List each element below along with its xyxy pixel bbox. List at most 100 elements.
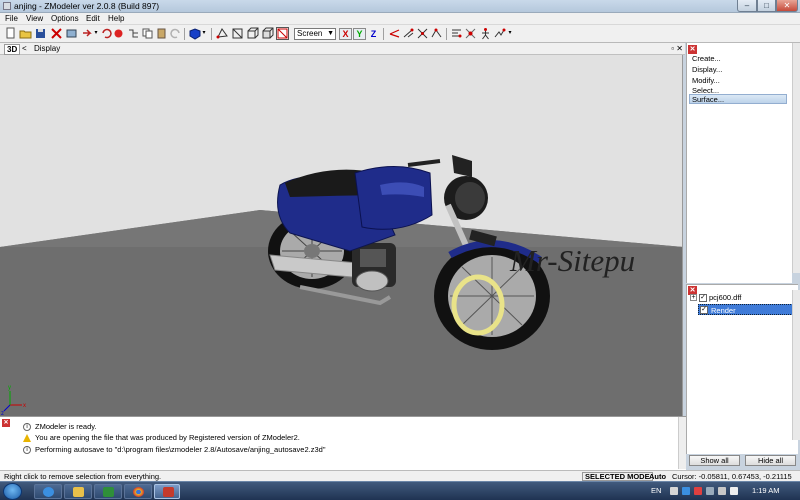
app-icon[interactable] xyxy=(3,2,11,10)
hierarchy-icon[interactable] xyxy=(127,27,140,40)
security-icon[interactable] xyxy=(694,487,702,495)
chevron-down-icon[interactable]: ▾ xyxy=(201,27,207,40)
menu-bar: File View Options Edit Help xyxy=(0,13,800,25)
clock[interactable]: 1:19 AM xyxy=(752,486,780,495)
viewport-mode-label: Display xyxy=(34,44,61,53)
animation-icon[interactable] xyxy=(493,27,506,40)
taskbar-chrome[interactable] xyxy=(124,484,152,499)
taskbar-ie[interactable] xyxy=(34,484,62,499)
watermark-text: Mr-Sitepu xyxy=(510,243,636,278)
transform-icon[interactable] xyxy=(430,27,443,40)
folder-icon xyxy=(73,487,84,497)
select-vertex-icon[interactable] xyxy=(216,27,229,40)
mirror-icon[interactable] xyxy=(388,27,401,40)
3d-viewport[interactable]: x y z Mr-Sitepu xyxy=(0,55,683,416)
log-line: ZModeler is ready. xyxy=(35,422,97,431)
redo-icon[interactable] xyxy=(169,27,182,40)
close-icon[interactable]: ✕ xyxy=(688,45,697,54)
record-icon[interactable] xyxy=(112,27,125,40)
selection-mode-indicator[interactable]: SELECTED MODE xyxy=(582,472,653,481)
select-all-icon[interactable] xyxy=(276,27,289,40)
command-create[interactable]: Create... xyxy=(692,54,721,63)
taskbar-zmodeler[interactable] xyxy=(154,484,180,499)
select-object-icon[interactable] xyxy=(246,27,259,40)
paste-icon[interactable] xyxy=(155,27,168,40)
volume-icon[interactable] xyxy=(730,487,738,495)
menu-edit[interactable]: Edit xyxy=(86,14,100,23)
scene-tree-scrollbar[interactable] xyxy=(792,290,800,440)
checkbox-render[interactable]: ✓ xyxy=(700,306,708,314)
object-icon[interactable] xyxy=(65,27,78,40)
hide-all-button[interactable]: Hide all xyxy=(745,455,796,466)
material-icon[interactable] xyxy=(188,27,201,40)
pivot-icon[interactable] xyxy=(464,27,477,40)
select-face-icon[interactable] xyxy=(231,27,244,40)
cylinder xyxy=(360,249,386,267)
status-bar: Right click to remove selection from eve… xyxy=(0,470,800,481)
close-button[interactable]: ✕ xyxy=(776,0,798,12)
command-panel-scrollbar[interactable] xyxy=(792,43,800,273)
hierarchy-view-icon[interactable] xyxy=(450,27,463,40)
menu-help[interactable]: Help xyxy=(108,14,124,23)
copy-icon[interactable] xyxy=(141,27,154,40)
back-arrow-icon[interactable]: < xyxy=(22,44,27,53)
log-scrollbar[interactable] xyxy=(678,417,686,469)
command-display[interactable]: Display... xyxy=(692,65,722,74)
axis-x-label: x xyxy=(23,403,26,409)
engine-cover xyxy=(355,270,389,292)
tree-item-render: Render xyxy=(711,306,736,315)
scale-icon[interactable] xyxy=(416,27,429,40)
minimize-button[interactable]: – xyxy=(737,0,757,12)
axis-y-button[interactable]: Y xyxy=(353,28,366,40)
view-mode-label[interactable]: 3D xyxy=(4,44,21,55)
menu-options[interactable]: Options xyxy=(51,14,79,23)
maximize-button[interactable]: □ xyxy=(757,0,776,12)
checkbox-pcj600[interactable]: ✓ xyxy=(699,294,707,302)
expand-icon[interactable]: + xyxy=(690,294,697,301)
auto-indicator[interactable]: Auto xyxy=(649,472,666,481)
start-button-icon[interactable] xyxy=(3,483,22,500)
viewport-header: 3D < Display ▫ ✕ xyxy=(0,43,685,55)
handlebar xyxy=(407,159,441,167)
log-line: Performing autosave to "d:\program files… xyxy=(35,445,326,454)
menu-view[interactable]: View xyxy=(26,14,43,23)
select-box-icon[interactable] xyxy=(261,27,274,40)
axis-z-button[interactable]: Z xyxy=(367,28,380,40)
save-icon[interactable] xyxy=(34,27,47,40)
chevron-down-icon: ▼ xyxy=(327,30,334,37)
close-icon[interactable]: ✕ xyxy=(2,419,10,427)
battery-icon[interactable] xyxy=(718,487,726,495)
network-icon[interactable] xyxy=(682,487,690,495)
coordinate-mode-value: Screen xyxy=(297,29,323,38)
delete-icon[interactable] xyxy=(50,27,63,40)
taskbar-explorer[interactable] xyxy=(64,484,92,499)
coordinate-mode-select[interactable]: Screen ▼ xyxy=(294,28,336,40)
window-title: anjing - ZModeler ver 2.0.8 (Build 897) xyxy=(14,1,160,11)
chevron-down-icon[interactable]: ▾ xyxy=(507,27,513,40)
show-all-button[interactable]: Show all xyxy=(689,455,740,466)
tree-item-render-row[interactable]: ✓ Render xyxy=(698,304,797,315)
cursor-coordinates: Cursor: -0.05811, 0.67453, -0.21115 xyxy=(672,472,792,481)
chevron-down-icon[interactable]: ▾ xyxy=(93,27,99,40)
axis-y-label: y xyxy=(8,385,11,391)
taskbar-media[interactable] xyxy=(94,484,122,499)
info-icon: i xyxy=(23,446,31,454)
tray-arrow-icon[interactable] xyxy=(670,487,678,495)
tree-item-pcj600[interactable]: pcj600.dff xyxy=(709,293,741,302)
chrome-icon xyxy=(133,487,144,497)
rotate-icon[interactable] xyxy=(402,27,415,40)
new-file-icon[interactable] xyxy=(4,27,17,40)
scene-render: x y z xyxy=(0,155,682,416)
command-modify[interactable]: Modify... xyxy=(692,76,720,85)
language-indicator[interactable]: EN xyxy=(651,486,661,495)
figure-icon[interactable] xyxy=(479,27,492,40)
viewport-window-controls[interactable]: ▫ ✕ xyxy=(658,44,685,53)
fuel-tank xyxy=(354,166,433,230)
open-folder-icon[interactable] xyxy=(19,27,32,40)
flag-icon[interactable] xyxy=(706,487,714,495)
axis-x-button[interactable]: X xyxy=(339,28,352,40)
menu-file[interactable]: File xyxy=(5,14,18,23)
media-icon xyxy=(103,487,114,497)
title-bar: anjing - ZModeler ver 2.0.8 (Build 897) xyxy=(0,0,800,13)
command-surface[interactable]: Surface... xyxy=(689,94,787,104)
